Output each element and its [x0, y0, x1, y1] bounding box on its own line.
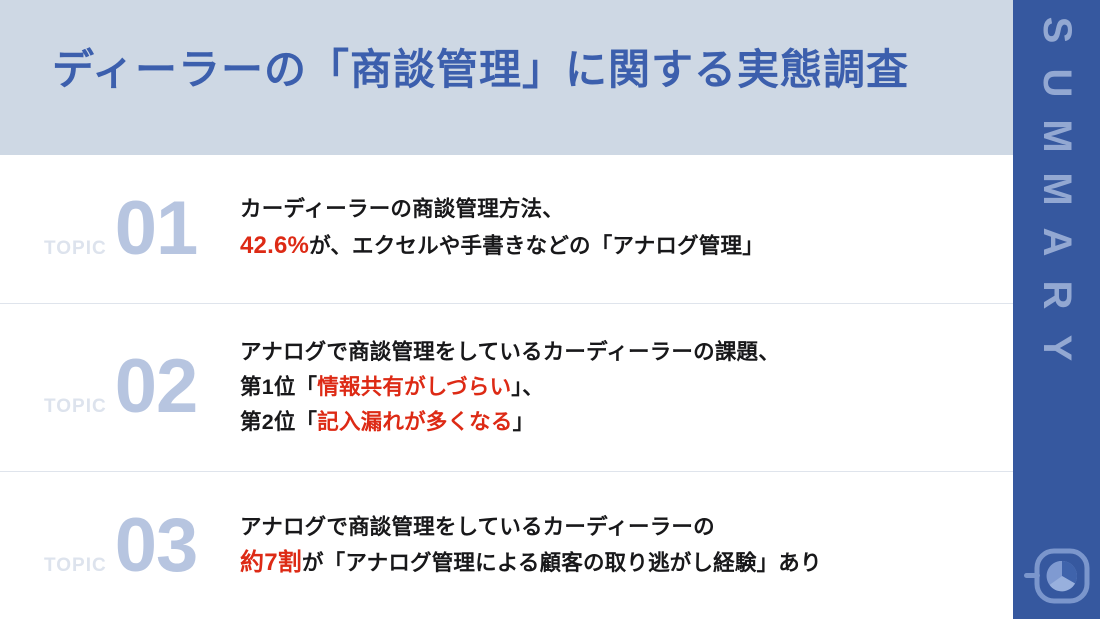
- page-title: ディーラーの「商談管理」に関する実態調査: [52, 46, 910, 93]
- topic-segment: 第1位「: [240, 375, 318, 400]
- topic-line: 第2位「記入漏れが多くなる」: [240, 405, 780, 440]
- topic-segment: アナログで商談管理をしているカーディーラーの課題、: [240, 340, 780, 365]
- topic-marker: TOPIC 02: [44, 344, 240, 430]
- topic-segment: アナログで商談管理をしているカーディーラーの: [240, 514, 715, 539]
- topic-segment-highlight: 情報共有がしづらい: [317, 375, 512, 400]
- side-label-letter: M: [1034, 172, 1079, 206]
- topic-kicker-label: TOPIC: [44, 555, 107, 577]
- topic-number: 01: [114, 185, 199, 271]
- side-label-letter: Y: [1034, 334, 1079, 362]
- header-band: ディーラーの「商談管理」に関する実態調査: [0, 0, 1013, 155]
- side-label-letter: M: [1034, 119, 1079, 153]
- topic-kicker-label: TOPIC: [44, 237, 107, 259]
- topic-number: 03: [114, 503, 199, 589]
- topic-segment: カーディーラーの商談管理方法、: [240, 197, 564, 222]
- topic-line: アナログで商談管理をしているカーディーラーの: [240, 510, 822, 545]
- topic-number: 02: [114, 344, 199, 430]
- topic-text: アナログで商談管理をしているカーディーラーの課題、 第1位「情報共有がしづらい」…: [240, 335, 780, 439]
- topic-marker: TOPIC 01: [44, 185, 240, 271]
- topic-segment: が「アナログ管理による顧客の取り逃がし経験」あり: [301, 551, 822, 576]
- topic-row: TOPIC 01 カーディーラーの商談管理方法、 42.6%が、エクセルや手書き…: [0, 155, 1013, 303]
- topic-line: 42.6%が、エクセルや手書きなどの「アナログ管理」: [240, 227, 764, 266]
- side-label-letter: R: [1034, 280, 1079, 310]
- topic-marker: TOPIC 03: [44, 503, 240, 589]
- topic-line: 第1位「情報共有がしづらい」、: [240, 370, 780, 405]
- topic-row: TOPIC 02 アナログで商談管理をしているカーディーラーの課題、 第1位「情…: [0, 304, 1013, 471]
- topic-text: カーディーラーの商談管理方法、 42.6%が、エクセルや手書きなどの「アナログ管…: [240, 192, 764, 266]
- side-label-letter: S: [1034, 16, 1079, 44]
- topic-segment: 」: [512, 409, 535, 434]
- topic-text: アナログで商談管理をしているカーディーラーの 約7割が「アナログ管理による顧客の…: [240, 510, 822, 584]
- side-label-letter: A: [1034, 227, 1079, 257]
- side-bar: S U M M A R Y: [1013, 0, 1100, 619]
- topic-segment: が、エクセルや手書きなどの「アナログ管理」: [309, 233, 764, 258]
- topic-segment-highlight: 42.6%: [240, 231, 310, 259]
- side-bar-label: S U M M A R Y: [1035, 10, 1079, 368]
- magnifier-pie-chart-icon: [1023, 548, 1089, 604]
- topic-kicker-label: TOPIC: [44, 396, 107, 418]
- topic-list: TOPIC 01 カーディーラーの商談管理方法、 42.6%が、エクセルや手書き…: [0, 155, 1013, 619]
- topic-segment: 」、: [511, 375, 544, 400]
- topic-segment-highlight: 記入漏れが多くなる: [317, 409, 513, 434]
- topic-line: アナログで商談管理をしているカーディーラーの課題、: [240, 335, 780, 370]
- topic-line: 約7割が「アナログ管理による顧客の取り逃がし経験」あり: [240, 544, 822, 583]
- topic-line: カーディーラーの商談管理方法、: [240, 192, 764, 227]
- side-label-letter: U: [1034, 68, 1079, 98]
- topic-segment: 第2位「: [240, 409, 318, 434]
- summary-slide: ディーラーの「商談管理」に関する実態調査 TOPIC 01 カーディーラーの商談…: [0, 0, 1100, 619]
- topic-segment-highlight: 約7割: [240, 549, 302, 577]
- topic-row: TOPIC 03 アナログで商談管理をしているカーディーラーの 約7割が「アナロ…: [0, 472, 1013, 621]
